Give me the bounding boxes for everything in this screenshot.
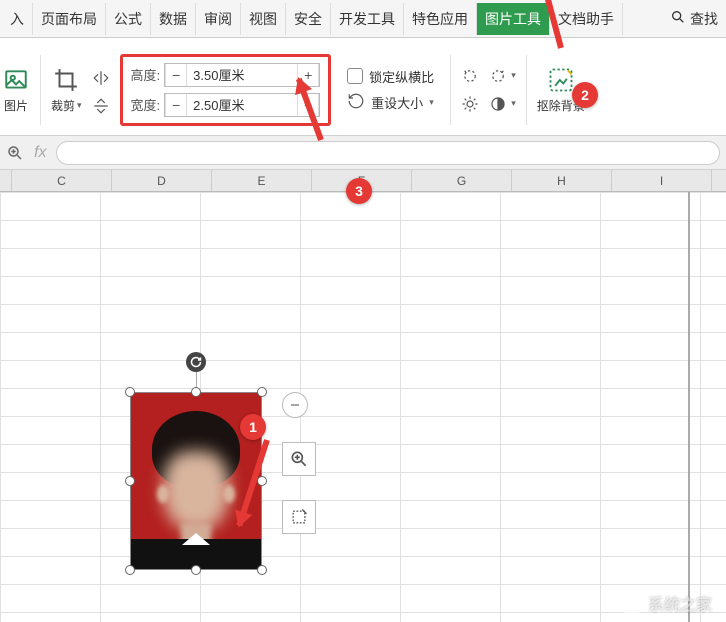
formula-bar: fx <box>0 136 726 170</box>
lock-aspect-ratio-checkbox[interactable]: 锁定纵横比 <box>347 67 434 86</box>
rotate-left-icon <box>461 67 479 85</box>
reset-size-button[interactable]: 重设大小 ▾ <box>347 92 434 113</box>
lock-ratio-label: 锁定纵横比 <box>369 67 434 86</box>
width-decrease-button[interactable]: − <box>165 94 187 116</box>
flip-horizontal-icon <box>92 69 110 87</box>
grid-edge <box>688 192 690 622</box>
tab-picture-tools[interactable]: 图片工具 <box>477 3 550 35</box>
search-label: 查找 <box>690 9 718 29</box>
reset-icon <box>347 92 365 113</box>
height-label: 高度: <box>131 65 161 84</box>
watermark-text: 系统之家 <box>648 591 712 615</box>
column-header[interactable]: D <box>112 170 212 191</box>
crop-tool-button[interactable] <box>282 500 316 534</box>
annotation-badge-3: 3 <box>346 178 372 204</box>
reset-size-label: 重设大小 <box>371 93 423 112</box>
picture-label: 图片 <box>4 97 28 114</box>
resize-handle[interactable] <box>125 565 135 575</box>
tab-doc-helper[interactable]: 文档助手 <box>550 3 623 35</box>
zoom-icon[interactable] <box>6 144 24 162</box>
tab-page-layout[interactable]: 页面布局 <box>33 3 106 35</box>
resize-handle[interactable] <box>191 565 201 575</box>
separator <box>40 55 41 125</box>
tab-special-apps[interactable]: 特色应用 <box>404 3 477 35</box>
contrast-button[interactable]: ▾ <box>489 93 516 115</box>
checkbox-icon <box>347 68 363 84</box>
crop-icon <box>52 66 80 94</box>
grid-lines <box>0 192 726 622</box>
flip-vertical-icon <box>92 97 110 115</box>
tab-review[interactable]: 审阅 <box>196 3 241 35</box>
watermark: 系统之家 <box>620 591 712 615</box>
resize-handle[interactable] <box>191 387 201 397</box>
annotation-badge-1: 1 <box>240 414 266 440</box>
resize-handle[interactable] <box>125 476 135 486</box>
rotate-left-button[interactable] <box>461 65 479 87</box>
column-header-blank[interactable] <box>0 170 12 191</box>
dropdown-icon: ▾ <box>511 70 516 81</box>
column-header[interactable]: E <box>212 170 312 191</box>
zoom-in-button[interactable] <box>282 442 316 476</box>
resize-handle[interactable] <box>257 565 267 575</box>
remove-bg-icon <box>547 66 575 94</box>
separator <box>450 55 451 125</box>
tab-bar: 入 页面布局 公式 数据 审阅 视图 安全 开发工具 特色应用 图片工具 文档助… <box>0 0 726 38</box>
picture-button[interactable]: 图片 <box>2 66 30 114</box>
column-header[interactable]: I <box>612 170 712 191</box>
separator <box>526 55 527 125</box>
rotate-right-icon <box>489 67 507 85</box>
tab-data[interactable]: 数据 <box>151 3 196 35</box>
dropdown-icon: ▾ <box>77 100 82 111</box>
height-input[interactable] <box>187 64 297 86</box>
search-button[interactable]: 查找 <box>662 3 726 35</box>
tab-security[interactable]: 安全 <box>286 3 331 35</box>
resize-handle[interactable] <box>125 387 135 397</box>
formula-input[interactable] <box>56 141 720 165</box>
fx-label: fx <box>34 144 46 162</box>
search-icon <box>670 9 686 28</box>
column-header[interactable]: H <box>512 170 612 191</box>
brightness-icon <box>461 95 479 113</box>
tab-developer[interactable]: 开发工具 <box>331 3 404 35</box>
resize-handle[interactable] <box>257 387 267 397</box>
spreadsheet-grid[interactable] <box>0 192 726 622</box>
tab-view[interactable]: 视图 <box>241 3 286 35</box>
contrast-icon <box>489 95 507 113</box>
column-header[interactable]: C <box>12 170 112 191</box>
picture-icon <box>2 66 30 94</box>
ribbon-toolbar: 图片 裁剪▾ 高度: − + 宽度: − + <box>0 38 726 136</box>
flip-vertical-button[interactable] <box>92 95 110 117</box>
crop-label: 裁剪 <box>51 97 75 114</box>
tab-formula[interactable]: 公式 <box>106 3 151 35</box>
flip-horizontal-button[interactable] <box>92 67 110 89</box>
height-decrease-button[interactable]: − <box>165 64 187 86</box>
tab-insert-truncated[interactable]: 入 <box>2 3 33 35</box>
dropdown-icon: ▾ <box>429 97 434 108</box>
photo-face-blurred <box>163 451 229 531</box>
rotation-handle[interactable] <box>186 352 206 372</box>
width-input[interactable] <box>187 94 297 116</box>
rotate-right-button[interactable]: ▾ <box>489 65 516 87</box>
zoom-out-button[interactable] <box>282 392 308 418</box>
dropdown-icon: ▾ <box>511 98 516 109</box>
brightness-button[interactable] <box>461 93 479 115</box>
annotation-badge-2: 2 <box>572 82 598 108</box>
width-spinner: − + <box>164 93 320 117</box>
resize-handle[interactable] <box>257 476 267 486</box>
column-header[interactable]: G <box>412 170 512 191</box>
crop-button[interactable]: 裁剪▾ <box>51 66 82 114</box>
width-label: 宽度: <box>131 95 161 114</box>
